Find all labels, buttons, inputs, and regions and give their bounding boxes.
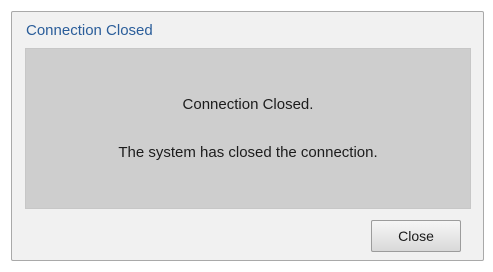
connection-closed-dialog: Connection Closed Connection Closed. The… xyxy=(11,11,484,261)
message-primary: Connection Closed. xyxy=(182,96,314,113)
dialog-titlebar: Connection Closed xyxy=(12,12,483,48)
dialog-title: Connection Closed xyxy=(26,21,153,39)
close-button[interactable]: Close xyxy=(371,220,461,252)
dialog-message-panel: Connection Closed. The system has closed… xyxy=(25,48,471,209)
message-secondary: The system has closed the connection. xyxy=(118,144,378,161)
